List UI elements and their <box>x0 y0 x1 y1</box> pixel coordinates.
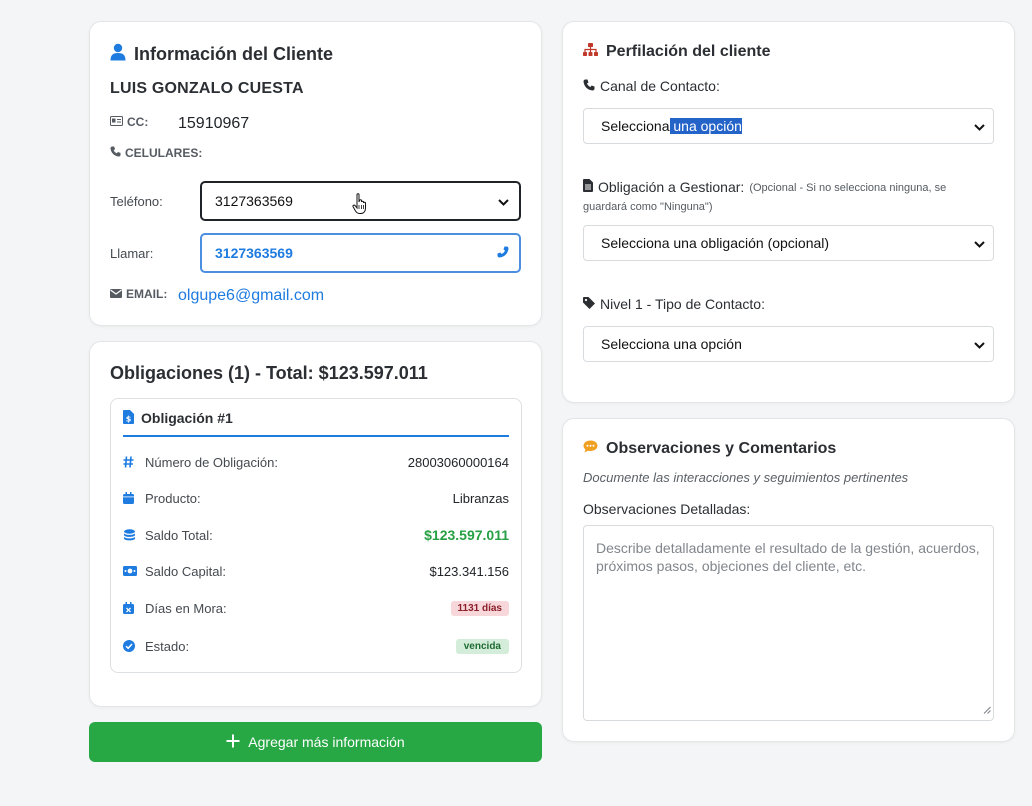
cc-label: CC: <box>110 115 148 129</box>
observations-title-text: Observaciones y Comentarios <box>606 440 837 457</box>
observations-card: Observaciones y Comentarios Documente la… <box>562 418 1015 742</box>
canal-select-value: Selecciona una opción <box>601 118 974 134</box>
file-invoice-dollar-icon: $ <box>123 410 134 427</box>
money-bill-icon <box>123 566 145 576</box>
obligation-row-dias-mora: Días en Mora: 1131 días <box>123 597 509 619</box>
cc-value: 15910967 <box>178 115 250 132</box>
obligation-row-estado: Estado: vencida <box>123 635 509 657</box>
observations-placeholder: Describe detalladamente el resultado de … <box>596 540 980 574</box>
svg-text:$: $ <box>126 415 132 424</box>
hand-pointer-cursor-icon <box>352 193 370 220</box>
obligation-row-saldo-capital: Saldo Capital: $123.341.156 <box>123 560 509 582</box>
sitemap-icon <box>583 43 598 61</box>
obligation-row-label: Número de Obligación: <box>145 454 278 470</box>
call-number: 3127363569 <box>215 245 293 261</box>
plus-icon <box>226 734 240 751</box>
obligation-row-product: Producto: Libranzas <box>123 487 509 509</box>
text-selection-highlight: una opción <box>669 118 742 134</box>
comment-dots-icon <box>583 440 598 458</box>
observations-subtitle: Documente las interacciones y seguimient… <box>583 470 909 485</box>
obligation-item-header: $ Obligación #1 <box>123 410 509 437</box>
saldo-total-value: $123.597.011 <box>424 527 509 543</box>
phone-label: Teléfono: <box>110 194 163 209</box>
call-button[interactable]: 3127363569 <box>200 233 521 273</box>
calendar-x-icon <box>123 602 145 614</box>
user-icon <box>110 43 126 66</box>
profiling-title-text: Perfilación del cliente <box>606 43 771 60</box>
saldo-capital-value: $123.341.156 <box>429 563 509 579</box>
dias-mora-badge: 1131 días <box>450 600 509 616</box>
chevron-down-icon <box>974 235 985 251</box>
nivel1-select[interactable]: Selecciona una opción <box>583 326 994 362</box>
email-value[interactable]: olgupe6@gmail.com <box>178 287 324 305</box>
oblig-gestionar-note-2: guardará como "Ninguna") <box>583 201 713 213</box>
oblig-gestionar-label-text: Obligación a Gestionar: <box>598 179 745 195</box>
canal-label-text: Canal de Contacto: <box>600 78 720 94</box>
profiling-card: Perfilación del cliente Canal de Contact… <box>562 21 1015 403</box>
obligation-row-label: Estado: <box>145 638 190 654</box>
email-label: EMAIL: <box>110 287 167 301</box>
estado-badge: vencida <box>455 638 509 654</box>
obligation-row-label: Saldo Total: <box>145 527 213 543</box>
obligation-row-saldo-total: Saldo Total: $123.597.011 <box>123 524 509 546</box>
client-info-title-text: Información del Cliente <box>134 44 334 64</box>
check-circle-icon <box>123 640 145 652</box>
observations-title: Observaciones y Comentarios <box>583 440 836 458</box>
celulares-label: CELULARES: <box>110 146 202 160</box>
calendar-icon <box>123 492 145 504</box>
coins-icon <box>123 529 145 541</box>
canal-select-text: Selecciona <box>601 118 670 134</box>
obligations-title: Obligaciones (1) - Total: $123.597.011 <box>110 363 428 383</box>
email-label-text: EMAIL: <box>126 287 168 301</box>
client-info-card: Información del Cliente LUIS GONZALO CUE… <box>89 21 542 326</box>
nivel1-label: Nivel 1 - Tipo de Contacto: <box>583 296 765 312</box>
obligation-item-title: Obligación #1 <box>141 410 233 426</box>
obligation-row-label: Días en Mora: <box>145 600 227 616</box>
chevron-down-icon <box>498 193 509 209</box>
cc-label-text: CC: <box>127 115 149 129</box>
nivel1-label-text: Nivel 1 - Tipo de Contacto: <box>600 296 765 312</box>
obligation-item: $ Obligación #1 Número de Obligación: 28… <box>110 398 522 673</box>
celulares-label-text: CELULARES: <box>125 146 203 160</box>
canal-label: Canal de Contacto: <box>583 78 720 94</box>
observations-label: Observaciones Detalladas: <box>583 501 751 517</box>
obligation-number-value: 28003060000164 <box>407 454 509 470</box>
oblig-gestionar-note: (Opcional - Si no selecciona ninguna, se <box>749 182 947 194</box>
hash-icon <box>123 456 145 468</box>
phone-icon <box>583 78 595 94</box>
add-more-info-button[interactable]: Agregar más información <box>89 722 542 762</box>
obligations-card: Obligaciones (1) - Total: $123.597.011 $… <box>89 341 542 707</box>
obligation-select[interactable]: Selecciona una obligación (opcional) <box>583 225 994 261</box>
oblig-gestionar-label: Obligación a Gestionar: (Opcional - Si n… <box>583 179 994 213</box>
obligation-row-label: Saldo Capital: <box>145 563 226 579</box>
add-more-info-label: Agregar más información <box>248 734 405 750</box>
obligation-select-value: Selecciona una obligación (opcional) <box>601 235 830 251</box>
obligation-row-label: Producto: <box>145 490 201 506</box>
call-label: Llamar: <box>110 246 154 261</box>
client-info-title: Información del Cliente <box>110 43 333 66</box>
phone-icon <box>497 245 509 261</box>
envelope-icon <box>110 287 122 301</box>
observations-textarea[interactable]: Describe detalladamente el resultado de … <box>583 525 994 721</box>
oblig-gestionar-heading: Obligación a Gestionar: <box>583 179 744 195</box>
phone-icon <box>110 146 121 160</box>
profiling-title: Perfilación del cliente <box>583 43 771 61</box>
tag-icon <box>583 296 595 312</box>
nivel1-select-value: Selecciona una opción <box>601 336 742 352</box>
obligation-row-number: Número de Obligación: 28003060000164 <box>123 451 509 473</box>
product-value: Libranzas <box>452 490 509 506</box>
client-name: LUIS GONZALO CUESTA <box>110 80 304 97</box>
chevron-down-icon <box>974 336 985 352</box>
chevron-down-icon <box>974 118 985 134</box>
file-icon <box>583 179 593 195</box>
canal-select[interactable]: Selecciona una opción <box>583 108 994 144</box>
id-card-icon <box>110 115 123 129</box>
resize-grip-icon[interactable] <box>983 700 991 718</box>
